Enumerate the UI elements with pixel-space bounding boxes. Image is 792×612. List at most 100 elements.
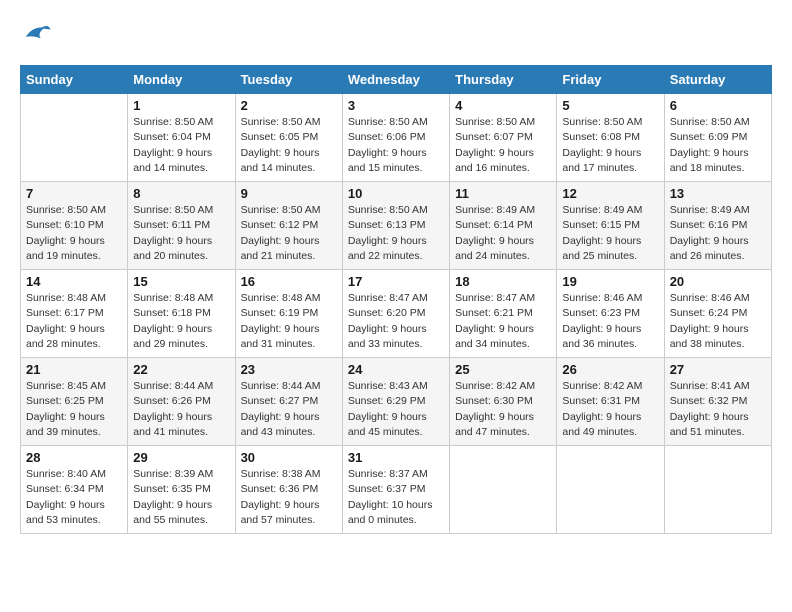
calendar-week-row: 14 Sunrise: 8:48 AM Sunset: 6:17 PM Dayli… <box>21 270 772 358</box>
calendar-table: SundayMondayTuesdayWednesdayThursdayFrid… <box>20 65 772 534</box>
day-info: Sunrise: 8:50 AM Sunset: 6:06 PM Dayligh… <box>348 115 444 176</box>
day-info: Sunrise: 8:50 AM Sunset: 6:09 PM Dayligh… <box>670 115 766 176</box>
day-number: 2 <box>241 98 337 113</box>
calendar-cell: 22 Sunrise: 8:44 AM Sunset: 6:26 PM Dayli… <box>128 358 235 446</box>
calendar-cell <box>557 446 664 534</box>
day-info: Sunrise: 8:50 AM Sunset: 6:05 PM Dayligh… <box>241 115 337 176</box>
calendar-cell: 14 Sunrise: 8:48 AM Sunset: 6:17 PM Dayli… <box>21 270 128 358</box>
weekday-header-row: SundayMondayTuesdayWednesdayThursdayFrid… <box>21 66 772 94</box>
day-number: 20 <box>670 274 766 289</box>
calendar-cell: 30Sunrise: 8:38 AM Sunset: 6:36 PM Dayli… <box>235 446 342 534</box>
calendar-cell: 10 Sunrise: 8:50 AM Sunset: 6:13 PM Dayli… <box>342 182 449 270</box>
day-number: 18 <box>455 274 551 289</box>
calendar-cell <box>664 446 771 534</box>
calendar-cell: 28 Sunrise: 8:40 AM Sunset: 6:34 PM Dayli… <box>21 446 128 534</box>
day-number: 10 <box>348 186 444 201</box>
calendar-cell: 12 Sunrise: 8:49 AM Sunset: 6:15 PM Dayli… <box>557 182 664 270</box>
day-number: 23 <box>241 362 337 377</box>
day-info: Sunrise: 8:47 AM Sunset: 6:20 PM Dayligh… <box>348 291 444 352</box>
day-info: Sunrise: 8:44 AM Sunset: 6:26 PM Dayligh… <box>133 379 229 440</box>
weekday-header-thursday: Thursday <box>450 66 557 94</box>
calendar-cell: 3Sunrise: 8:50 AM Sunset: 6:06 PM Daylig… <box>342 94 449 182</box>
calendar-cell: 13 Sunrise: 8:49 AM Sunset: 6:16 PM Dayli… <box>664 182 771 270</box>
day-info: Sunrise: 8:50 AM Sunset: 6:10 PM Dayligh… <box>26 203 122 264</box>
day-number: 15 <box>133 274 229 289</box>
day-number: 27 <box>670 362 766 377</box>
day-info: Sunrise: 8:43 AM Sunset: 6:29 PM Dayligh… <box>348 379 444 440</box>
day-number: 5 <box>562 98 658 113</box>
day-info: Sunrise: 8:42 AM Sunset: 6:30 PM Dayligh… <box>455 379 551 440</box>
day-info: Sunrise: 8:49 AM Sunset: 6:15 PM Dayligh… <box>562 203 658 264</box>
day-info: Sunrise: 8:49 AM Sunset: 6:14 PM Dayligh… <box>455 203 551 264</box>
day-number: 16 <box>241 274 337 289</box>
day-number: 4 <box>455 98 551 113</box>
calendar-cell: 26 Sunrise: 8:42 AM Sunset: 6:31 PM Dayli… <box>557 358 664 446</box>
calendar-cell: 1 Sunrise: 8:50 AM Sunset: 6:04 PM Daylig… <box>128 94 235 182</box>
day-number: 30 <box>241 450 337 465</box>
day-number: 12 <box>562 186 658 201</box>
calendar-cell: 17 Sunrise: 8:47 AM Sunset: 6:20 PM Dayli… <box>342 270 449 358</box>
day-info: Sunrise: 8:48 AM Sunset: 6:18 PM Dayligh… <box>133 291 229 352</box>
day-info: Sunrise: 8:48 AM Sunset: 6:17 PM Dayligh… <box>26 291 122 352</box>
weekday-header-wednesday: Wednesday <box>342 66 449 94</box>
day-info: Sunrise: 8:50 AM Sunset: 6:12 PM Dayligh… <box>241 203 337 264</box>
day-number: 6 <box>670 98 766 113</box>
calendar-cell: 5 Sunrise: 8:50 AM Sunset: 6:08 PM Daylig… <box>557 94 664 182</box>
day-info: Sunrise: 8:47 AM Sunset: 6:21 PM Dayligh… <box>455 291 551 352</box>
day-info: Sunrise: 8:50 AM Sunset: 6:08 PM Dayligh… <box>562 115 658 176</box>
day-number: 7 <box>26 186 122 201</box>
calendar-cell: 24Sunrise: 8:43 AM Sunset: 6:29 PM Dayli… <box>342 358 449 446</box>
calendar-cell: 4 Sunrise: 8:50 AM Sunset: 6:07 PM Daylig… <box>450 94 557 182</box>
weekday-header-tuesday: Tuesday <box>235 66 342 94</box>
day-info: Sunrise: 8:37 AM Sunset: 6:37 PM Dayligh… <box>348 467 444 528</box>
day-number: 14 <box>26 274 122 289</box>
day-number: 25 <box>455 362 551 377</box>
day-number: 13 <box>670 186 766 201</box>
day-number: 28 <box>26 450 122 465</box>
weekday-header-saturday: Saturday <box>664 66 771 94</box>
calendar-cell: 31 Sunrise: 8:37 AM Sunset: 6:37 PM Dayli… <box>342 446 449 534</box>
calendar-cell: 20Sunrise: 8:46 AM Sunset: 6:24 PM Dayli… <box>664 270 771 358</box>
calendar-cell: 7 Sunrise: 8:50 AM Sunset: 6:10 PM Daylig… <box>21 182 128 270</box>
calendar-week-row: 7 Sunrise: 8:50 AM Sunset: 6:10 PM Daylig… <box>21 182 772 270</box>
day-info: Sunrise: 8:50 AM Sunset: 6:13 PM Dayligh… <box>348 203 444 264</box>
day-info: Sunrise: 8:42 AM Sunset: 6:31 PM Dayligh… <box>562 379 658 440</box>
calendar-cell: 25 Sunrise: 8:42 AM Sunset: 6:30 PM Dayli… <box>450 358 557 446</box>
day-number: 9 <box>241 186 337 201</box>
day-number: 31 <box>348 450 444 465</box>
day-number: 21 <box>26 362 122 377</box>
weekday-header-sunday: Sunday <box>21 66 128 94</box>
calendar-cell: 9 Sunrise: 8:50 AM Sunset: 6:12 PM Daylig… <box>235 182 342 270</box>
weekday-header-monday: Monday <box>128 66 235 94</box>
day-info: Sunrise: 8:48 AM Sunset: 6:19 PM Dayligh… <box>241 291 337 352</box>
calendar-cell: 8 Sunrise: 8:50 AM Sunset: 6:11 PM Daylig… <box>128 182 235 270</box>
day-number: 22 <box>133 362 229 377</box>
logo-text <box>20 20 52 55</box>
calendar-cell: 27 Sunrise: 8:41 AM Sunset: 6:32 PM Dayli… <box>664 358 771 446</box>
calendar-week-row: 21 Sunrise: 8:45 AM Sunset: 6:25 PM Dayli… <box>21 358 772 446</box>
day-number: 26 <box>562 362 658 377</box>
day-info: Sunrise: 8:46 AM Sunset: 6:23 PM Dayligh… <box>562 291 658 352</box>
calendar-cell <box>21 94 128 182</box>
day-number: 8 <box>133 186 229 201</box>
calendar-cell: 23 Sunrise: 8:44 AM Sunset: 6:27 PM Dayli… <box>235 358 342 446</box>
day-info: Sunrise: 8:50 AM Sunset: 6:11 PM Dayligh… <box>133 203 229 264</box>
day-info: Sunrise: 8:49 AM Sunset: 6:16 PM Dayligh… <box>670 203 766 264</box>
day-info: Sunrise: 8:41 AM Sunset: 6:32 PM Dayligh… <box>670 379 766 440</box>
calendar-cell: 19Sunrise: 8:46 AM Sunset: 6:23 PM Dayli… <box>557 270 664 358</box>
logo-bird-icon <box>22 20 52 50</box>
calendar-week-row: 28 Sunrise: 8:40 AM Sunset: 6:34 PM Dayli… <box>21 446 772 534</box>
day-number: 17 <box>348 274 444 289</box>
calendar-cell: 6 Sunrise: 8:50 AM Sunset: 6:09 PM Daylig… <box>664 94 771 182</box>
calendar-cell <box>450 446 557 534</box>
day-info: Sunrise: 8:44 AM Sunset: 6:27 PM Dayligh… <box>241 379 337 440</box>
calendar-cell: 29 Sunrise: 8:39 AM Sunset: 6:35 PM Dayli… <box>128 446 235 534</box>
day-info: Sunrise: 8:50 AM Sunset: 6:07 PM Dayligh… <box>455 115 551 176</box>
calendar-cell: 21 Sunrise: 8:45 AM Sunset: 6:25 PM Dayli… <box>21 358 128 446</box>
day-info: Sunrise: 8:39 AM Sunset: 6:35 PM Dayligh… <box>133 467 229 528</box>
day-info: Sunrise: 8:45 AM Sunset: 6:25 PM Dayligh… <box>26 379 122 440</box>
day-info: Sunrise: 8:50 AM Sunset: 6:04 PM Dayligh… <box>133 115 229 176</box>
day-info: Sunrise: 8:40 AM Sunset: 6:34 PM Dayligh… <box>26 467 122 528</box>
day-number: 29 <box>133 450 229 465</box>
day-number: 1 <box>133 98 229 113</box>
